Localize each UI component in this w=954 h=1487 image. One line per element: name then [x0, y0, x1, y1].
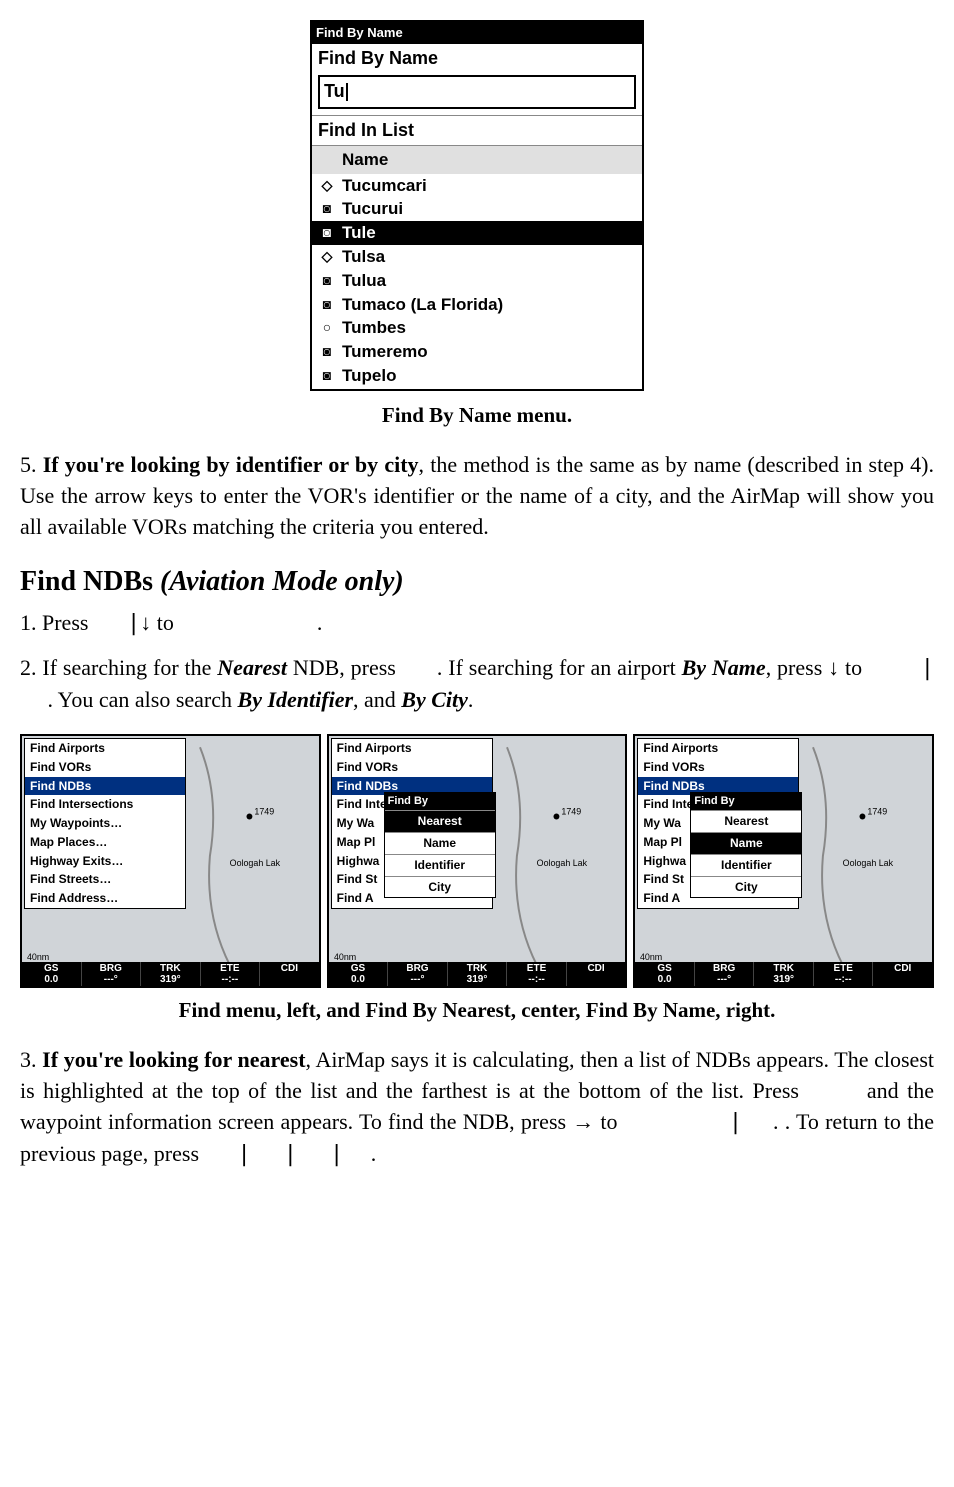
list-item[interactable]: ○ Tumbes	[312, 316, 642, 340]
svg-text:Oologah Lak: Oologah Lak	[230, 858, 281, 868]
menu-item[interactable]: Find Streets…	[25, 870, 185, 889]
status-cell: GS0.0	[329, 962, 389, 986]
menu-item[interactable]: My Waypoints…	[25, 814, 185, 833]
list-item[interactable]: ◙ Tule	[312, 221, 642, 245]
status-cell: TRK319°	[448, 962, 508, 986]
menu-item[interactable]: Find Address…	[25, 889, 185, 908]
submenu-item[interactable]: Name	[385, 832, 495, 854]
waypoint-icon: ○	[318, 318, 336, 338]
find-results-list[interactable]: ◇ Tucumcari ◙ Tucurui ◙ Tule ◇ Tulsa ◙ Tulua ◙ Tuma…	[312, 174, 642, 389]
submenu-item[interactable]: Name	[691, 832, 801, 854]
submenu-item[interactable]: Identifier	[385, 854, 495, 876]
find-by-nearest-center: 1749 Oologah Lak 40nm Find AirportsFind VO…	[327, 734, 628, 988]
svg-text:1749: 1749	[561, 806, 581, 816]
paragraph-step5: 5. If you're looking by identifier or by…	[20, 450, 934, 542]
menu-item[interactable]: Find Airports	[638, 739, 798, 758]
find-by-name-label: Find By Name	[312, 44, 642, 73]
menu-item[interactable]: Find VORs	[332, 758, 492, 777]
figure1-caption: Find By Name menu.	[20, 401, 934, 430]
text-cursor	[346, 83, 348, 101]
submenu-item[interactable]: Nearest	[385, 810, 495, 832]
submenu-item[interactable]: Identifier	[691, 854, 801, 876]
list-item[interactable]: ◇ Tulsa	[312, 245, 642, 269]
menu-item[interactable]: Find VORs	[25, 758, 185, 777]
waypoint-icon: ◙	[318, 366, 336, 386]
list-item-name: Tupelo	[342, 364, 396, 388]
waypoint-icon: ◙	[318, 199, 336, 219]
waypoint-icon: ◙	[318, 271, 336, 291]
svg-text:Oologah Lak: Oologah Lak	[843, 858, 894, 868]
find-by-name-right: 1749 Oologah Lak 40nm Find AirportsFind VO…	[633, 734, 934, 988]
svg-text:1749: 1749	[868, 806, 888, 816]
status-cell: CDI	[567, 962, 626, 986]
status-cell: CDI	[873, 962, 932, 986]
step-1: 1. Press | to .	[20, 608, 934, 640]
svg-text:40nm: 40nm	[334, 952, 356, 962]
status-cell: GS0.0	[22, 962, 82, 986]
submenu-item[interactable]: City	[385, 876, 495, 898]
status-cell: TRK319°	[141, 962, 201, 986]
menu-item[interactable]: Find Airports	[25, 739, 185, 758]
menu-item[interactable]: Find NDBs	[25, 777, 185, 796]
waypoint-icon: ◙	[318, 223, 336, 243]
list-item[interactable]: ◇ Tucumcari	[312, 174, 642, 198]
window-titlebar: Find By Name	[312, 22, 642, 44]
waypoint-icon: ◇	[318, 176, 336, 196]
submenu-item[interactable]: City	[691, 876, 801, 898]
menu-item[interactable]: Find Intersections	[25, 795, 185, 814]
list-item[interactable]: ◙ Tumaco (La Florida)	[312, 293, 642, 317]
triple-screenshot-row: 1749Oologah Lak40nm Find AirportsFind VO…	[20, 734, 934, 988]
waypoint-icon: ◇	[318, 247, 336, 267]
waypoint-icon: ◙	[318, 295, 336, 315]
svg-text:1749: 1749	[254, 806, 274, 816]
status-cell: ETE--:--	[507, 962, 567, 986]
status-cell: ETE--:--	[814, 962, 874, 986]
triple-caption: Find menu, left, and Find By Nearest, ce…	[20, 996, 934, 1025]
list-item[interactable]: ○Tuscaloosa	[312, 388, 642, 389]
status-cell: BRG---°	[695, 962, 755, 986]
step-2: 2. If searching for the Nearest NDB, pre…	[20, 653, 934, 716]
svg-text:40nm: 40nm	[640, 952, 662, 962]
list-item-name: Tulsa	[342, 245, 385, 269]
input-value: Tu	[324, 79, 345, 104]
status-cell: BRG---°	[388, 962, 448, 986]
list-header-name: Name	[312, 146, 642, 174]
list-item-name: Tuscaloosa	[342, 388, 434, 389]
status-cell: ETE--:--	[201, 962, 261, 986]
list-item-name: Tucumcari	[342, 174, 427, 198]
find-in-list-label: Find In List	[312, 115, 642, 146]
svg-text:40nm: 40nm	[27, 952, 49, 962]
list-item-name: Tulua	[342, 269, 386, 293]
status-cell: BRG---°	[82, 962, 142, 986]
list-item[interactable]: ◙ Tulua	[312, 269, 642, 293]
list-item[interactable]: ◙ Tupelo	[312, 364, 642, 388]
waypoint-icon: ◙	[318, 342, 336, 362]
list-item-name: Tumbes	[342, 316, 406, 340]
find-by-name-input[interactable]: Tu	[318, 75, 636, 108]
list-item-name: Tule	[342, 221, 376, 245]
list-item[interactable]: ◙ Tumeremo	[312, 340, 642, 364]
status-cell: GS0.0	[635, 962, 695, 986]
menu-item[interactable]: Highway Exits…	[25, 852, 185, 871]
menu-item[interactable]: Find Airports	[332, 739, 492, 758]
svg-text:Oologah Lak: Oologah Lak	[536, 858, 587, 868]
menu-item[interactable]: Find VORs	[638, 758, 798, 777]
down-arrow-icon	[140, 610, 151, 635]
find-ndbs-heading: Find NDBs (Aviation Mode only)	[20, 562, 934, 601]
find-menu-left: 1749 Oologah Lak 40nm Find AirportsFind VO…	[20, 734, 321, 988]
list-item-name: Tumaco (La Florida)	[342, 293, 503, 317]
list-item-name: Tumeremo	[342, 340, 428, 364]
submenu-item[interactable]: Nearest	[691, 810, 801, 832]
list-item-name: Tucurui	[342, 197, 403, 221]
menu-item[interactable]: Map Places…	[25, 833, 185, 852]
status-cell: CDI	[260, 962, 319, 986]
paragraph-step3: 3. If you're looking for nearest, AirMap…	[20, 1045, 934, 1170]
status-cell: TRK319°	[754, 962, 814, 986]
find-by-name-window: Find By Name Find By Name Tu Find In Lis…	[310, 20, 644, 391]
list-item[interactable]: ◙ Tucurui	[312, 197, 642, 221]
